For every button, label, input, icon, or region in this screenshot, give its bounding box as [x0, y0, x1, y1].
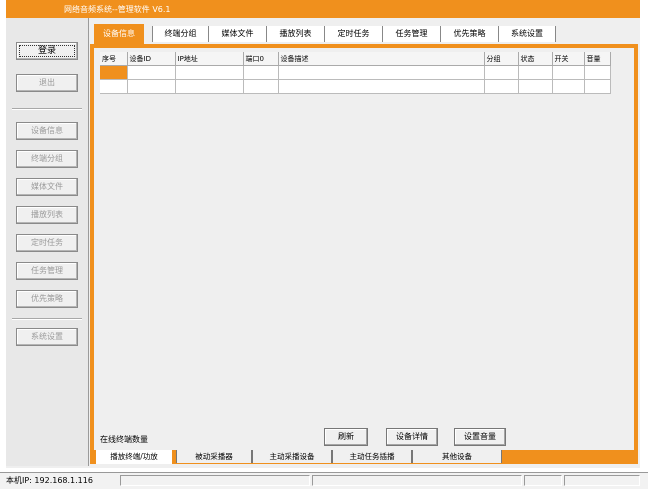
refresh-button[interactable]: 刷新 [324, 428, 368, 446]
online-terminal-count-label: 在线终端数量 [100, 435, 148, 444]
sidebar-item-terminal-group[interactable]: 终端分组 [16, 150, 78, 168]
column-header-description[interactable]: 设备描述 [278, 52, 485, 66]
table-cell[interactable] [518, 65, 553, 80]
sidebar: 登录 退出 设备信息 终端分组 媒体文件 播放列表 定时任务 任务管理 优先策略… [6, 18, 89, 466]
tab-timed-task[interactable]: 定时任务 [324, 26, 382, 42]
tab-active-collector[interactable]: 主动采播设备 [252, 450, 332, 463]
set-volume-button[interactable]: 设置音量 [454, 428, 506, 446]
status-bar: 本机IP: 192.168.1.116 [0, 472, 648, 489]
tab-terminal-group[interactable]: 终端分组 [152, 26, 208, 42]
sidebar-item-system-settings[interactable]: 系统设置 [16, 328, 78, 346]
status-panel [564, 475, 640, 486]
tab-playlist[interactable]: 播放列表 [266, 26, 324, 42]
app-window: 网络音频系统--管理软件 V6.1 登录 退出 设备信息 终端分组 媒体文件 播… [6, 0, 640, 468]
table-header-row: 序号 设备ID IP地址 端口0 设备描述 分组 状态 开关 音量 [100, 52, 611, 66]
table-cell[interactable] [100, 65, 128, 80]
table-row[interactable] [100, 79, 611, 94]
table-cell[interactable] [243, 79, 279, 94]
table-row[interactable] [100, 65, 611, 80]
column-header-group[interactable]: 分组 [484, 52, 519, 66]
column-header-ip[interactable]: IP地址 [175, 52, 244, 66]
tab-priority-policy[interactable]: 优先策略 [440, 26, 498, 42]
tab-passive-collector[interactable]: 被动采播器 [176, 450, 252, 463]
table-cell[interactable] [518, 79, 553, 94]
column-header-volume[interactable]: 音量 [584, 52, 611, 66]
table-cell[interactable] [278, 79, 485, 94]
device-type-tab-bar: 播放终端/功放 被动采播器 主动采播设备 主动任务插播 其他设备 [90, 450, 638, 464]
column-header-switch[interactable]: 开关 [552, 52, 585, 66]
sidebar-item-playlist[interactable]: 播放列表 [16, 206, 78, 224]
sidebar-item-priority-policy[interactable]: 优先策略 [16, 290, 78, 308]
device-info-panel: 序号 设备ID IP地址 端口0 设备描述 分组 状态 开关 音量 在线终端数量… [94, 48, 634, 450]
status-panel [120, 475, 310, 486]
table-cell[interactable] [127, 65, 176, 80]
sidebar-item-timed-task[interactable]: 定时任务 [16, 234, 78, 252]
tab-active-task-insert[interactable]: 主动任务插播 [332, 450, 412, 463]
tab-media-files[interactable]: 媒体文件 [208, 26, 266, 42]
table-cell[interactable] [127, 79, 176, 94]
tab-playback-terminal[interactable]: 播放终端/功放 [96, 450, 172, 464]
sidebar-item-media-files[interactable]: 媒体文件 [16, 178, 78, 196]
status-panel [312, 475, 522, 486]
sidebar-divider [12, 318, 82, 320]
table-cell[interactable] [552, 65, 585, 80]
table-cell[interactable] [175, 79, 244, 94]
logout-button[interactable]: 退出 [16, 74, 78, 92]
table-cell[interactable] [484, 79, 519, 94]
table-cell[interactable] [584, 79, 611, 94]
sidebar-divider [12, 108, 82, 110]
status-panel [524, 475, 562, 486]
device-table: 序号 设备ID IP地址 端口0 设备描述 分组 状态 开关 音量 [100, 52, 611, 94]
table-cell[interactable] [584, 65, 611, 80]
table-cell[interactable] [278, 65, 485, 80]
device-detail-button[interactable]: 设备详情 [386, 428, 438, 446]
tab-system-settings[interactable]: 系统设置 [498, 26, 556, 42]
local-ip-text: 本机IP: 192.168.1.116 [6, 476, 93, 485]
table-cell[interactable] [100, 79, 128, 94]
table-cell[interactable] [552, 79, 585, 94]
column-header-index[interactable]: 序号 [100, 52, 128, 66]
tab-device-info[interactable]: 设备信息 [94, 24, 144, 44]
login-button[interactable]: 登录 [16, 42, 78, 60]
window-title: 网络音频系统--管理软件 V6.1 [64, 5, 171, 14]
table-cell[interactable] [175, 65, 244, 80]
tab-other-devices[interactable]: 其他设备 [412, 450, 502, 463]
table-cell[interactable] [243, 65, 279, 80]
tab-content-frame: 序号 设备ID IP地址 端口0 设备描述 分组 状态 开关 音量 在线终端数量… [90, 44, 638, 464]
panel-footer: 在线终端数量 刷新 设备详情 设置音量 [94, 428, 634, 450]
column-header-device-id[interactable]: 设备ID [127, 52, 176, 66]
table-cell[interactable] [484, 65, 519, 80]
sidebar-item-task-management[interactable]: 任务管理 [16, 262, 78, 280]
sidebar-item-device-info[interactable]: 设备信息 [16, 122, 78, 140]
tab-task-management[interactable]: 任务管理 [382, 26, 440, 42]
title-bar: 网络音频系统--管理软件 V6.1 [6, 0, 640, 18]
column-header-status[interactable]: 状态 [518, 52, 553, 66]
column-header-port[interactable]: 端口0 [243, 52, 279, 66]
main-tab-bar: 设备信息 终端分组 媒体文件 播放列表 定时任务 任务管理 优先策略 系统设置 [90, 22, 638, 44]
